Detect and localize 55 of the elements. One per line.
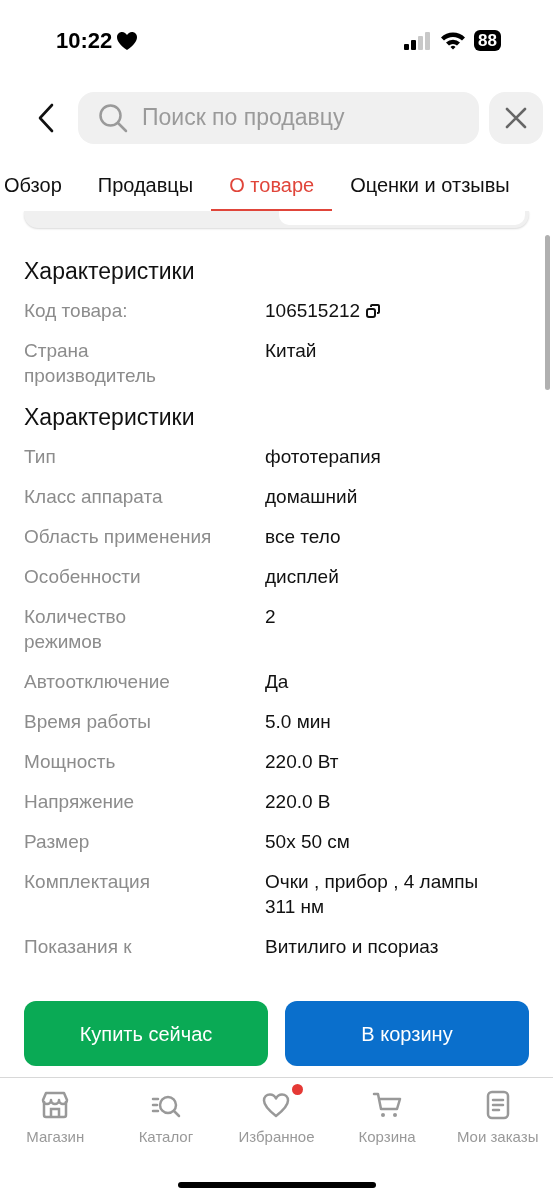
spec-label: Особенности xyxy=(24,565,142,589)
search-field[interactable]: Поиск по продавцу xyxy=(78,91,479,144)
nav-item[interactable]: Корзина xyxy=(331,1078,443,1158)
spec-label: Класс аппарата xyxy=(24,485,164,509)
spec-label: Показания к xyxy=(24,935,133,959)
status-time: 10:22 xyxy=(56,27,113,55)
copy-button[interactable] xyxy=(366,303,381,318)
spec-value: 106515212 xyxy=(265,299,361,323)
spec-label: Количество режимов xyxy=(24,605,128,654)
spec-label: Мощность xyxy=(24,750,117,774)
search-icon xyxy=(98,102,128,133)
store-icon xyxy=(40,1090,71,1120)
add-to-cart-button[interactable]: В корзину xyxy=(285,1001,529,1066)
spec-value: Да xyxy=(265,670,289,694)
spec-value: все тело xyxy=(265,525,341,549)
spec-value: 220.0 Вт xyxy=(265,750,339,774)
spec-value: Очки , прибор , 4 лампы 311 нм xyxy=(265,870,479,919)
tab[interactable]: Обзор xyxy=(4,160,98,211)
cart-icon xyxy=(372,1090,403,1120)
nav-item[interactable]: Избранное xyxy=(221,1078,332,1158)
spec-label: Тип xyxy=(24,445,57,469)
spec-label: Область применения xyxy=(24,525,213,549)
spec-label: Автоотключение xyxy=(24,670,171,694)
spec-label: Страна производитель xyxy=(24,339,157,388)
spec-value: 50х 50 см xyxy=(265,830,350,854)
wifi-icon xyxy=(440,31,467,50)
spec-label: Код товара: xyxy=(24,299,129,323)
spec-label: Время работы xyxy=(24,710,152,734)
battery-indicator: 88 xyxy=(474,30,501,51)
signal-icon xyxy=(404,31,433,50)
spec-value: 220.0 В xyxy=(265,790,331,814)
spec-value: Китай xyxy=(265,339,317,363)
heart-icon xyxy=(261,1090,292,1120)
spec-label: Комплектация xyxy=(24,870,151,894)
spec-value: 5.0 мин xyxy=(265,710,331,734)
section-title: Характеристики xyxy=(24,403,196,432)
nav-item[interactable]: Магазин xyxy=(0,1078,111,1158)
spec-value: Витилиго и псориаз xyxy=(265,935,439,959)
close-icon xyxy=(505,106,527,129)
spec-value: 2 xyxy=(265,605,276,629)
spec-value: домашний xyxy=(265,485,358,509)
heart-icon xyxy=(116,30,139,51)
spec-value: фототерапия xyxy=(265,445,381,469)
tab[interactable]: Продавцы xyxy=(97,160,212,211)
close-button[interactable] xyxy=(489,91,543,144)
nav-item[interactable]: Мои заказы xyxy=(442,1078,553,1158)
spec-label: Напряжение xyxy=(24,790,136,814)
section-title: Характеристики xyxy=(24,257,196,286)
spec-label: Размер xyxy=(24,830,91,854)
buy-now-button[interactable]: Купить сейчас xyxy=(24,1001,268,1066)
back-icon xyxy=(38,102,54,133)
spec-value: дисплей xyxy=(265,565,339,589)
copy-icon xyxy=(366,303,381,318)
tab[interactable]: Оценки и отзывы xyxy=(332,160,510,211)
nav-item[interactable]: Каталог xyxy=(110,1078,222,1158)
